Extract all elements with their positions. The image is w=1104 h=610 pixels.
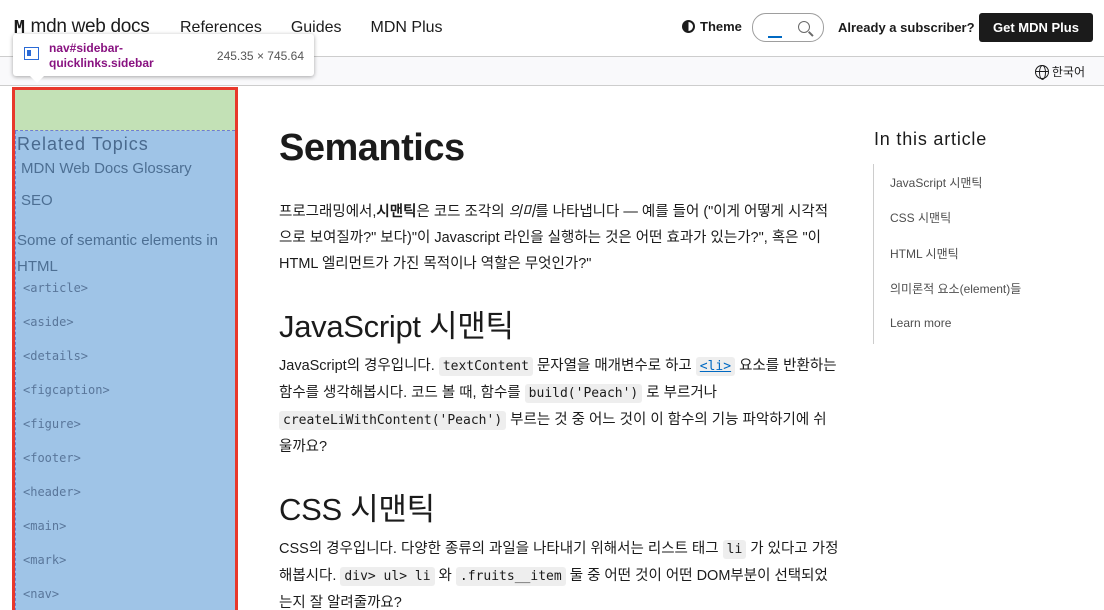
intro-text-2: 은 코드 조각의	[416, 204, 509, 220]
sidebar-element-nav[interactable]: <nav>	[23, 587, 59, 601]
intro-text-1: 프로그래밍에서,	[279, 204, 377, 220]
code-li: <li>	[695, 357, 736, 376]
sidebar-quicklinks: Related Topics MDN Web Docs Glossary SEO…	[12, 87, 238, 610]
toc-item-html[interactable]: HTML 시맨틱	[890, 245, 959, 262]
code-textcontent: textContent	[438, 357, 533, 376]
sidebar-element-figcaption[interactable]: <figcaption>	[23, 383, 110, 397]
element-size: 245.35 × 745.64	[216, 49, 304, 63]
padding-highlight	[15, 90, 235, 131]
toc-item-learn-more[interactable]: Learn more	[890, 316, 951, 330]
code-build-peach: build('Peach')	[524, 384, 643, 403]
sidebar-link-glossary[interactable]: MDN Web Docs Glossary	[21, 160, 192, 177]
sidebar-element-mark[interactable]: <mark>	[23, 553, 66, 567]
search-cursor	[768, 36, 782, 38]
toc-title: In this article	[874, 129, 988, 149]
get-mdn-plus-button[interactable]: Get MDN Plus	[979, 13, 1093, 42]
intro-em: 의미	[508, 204, 536, 220]
sidebar-element-details[interactable]: <details>	[23, 349, 88, 363]
js-text-1: JavaScript의 경우입니다.	[279, 358, 439, 374]
javascript-paragraph: JavaScript의 경우입니다. textContent 문자열을 매개변수…	[279, 353, 839, 460]
sidebar-element-footer[interactable]: <footer>	[23, 451, 81, 465]
css-text-1: CSS의 경우입니다. 다양한 종류의 과일을 나타내기 위해서는 리스트 태그	[279, 541, 723, 557]
code-div-ul-li: div> ul> li	[340, 567, 435, 586]
element-selector: nav#sidebar-quicklinks.sidebar	[49, 41, 154, 70]
js-text-2: 문자열을 매개변수로 하고	[532, 358, 696, 374]
js-text-4: 로 부르거나	[642, 385, 718, 401]
sidebar-element-article[interactable]: <article>	[23, 281, 88, 295]
theme-button[interactable]: Theme	[682, 19, 742, 34]
language-label: 한국어	[1051, 65, 1085, 79]
code-li-tag: li	[722, 540, 747, 559]
sidebar-element-figure[interactable]: <figure>	[23, 417, 81, 431]
toc-item-css[interactable]: CSS 시맨틱	[890, 209, 951, 226]
intro-bold: 시맨틱	[376, 204, 417, 220]
search-input[interactable]	[752, 13, 824, 42]
li-element-link[interactable]: <li>	[695, 357, 736, 376]
css-text-3: 와	[434, 568, 456, 584]
sidebar-element-header[interactable]: <header>	[23, 485, 81, 499]
heading-javascript-semantics: JavaScript 시맨틱	[279, 309, 514, 344]
subscriber-link[interactable]: Already a subscriber?	[838, 20, 975, 35]
table-of-contents: JavaScript 시맨틱 CSS 시맨틱 HTML 시맨틱 의미론적 요소(…	[873, 164, 1073, 344]
theme-label: Theme	[700, 19, 742, 34]
language-switcher[interactable]: 한국어	[1034, 63, 1085, 80]
intro-paragraph: 프로그래밍에서,시맨틱은 코드 조각의 의미를 나타냅니다 — 예를 들어 ("…	[279, 199, 839, 277]
sidebar-link-semantic-elements[interactable]: Some of semantic elements in HTML	[17, 228, 232, 280]
sidebar-element-main[interactable]: <main>	[23, 519, 66, 533]
page-title: Semantics	[279, 127, 465, 169]
code-createli: createLiWithContent('Peach')	[279, 411, 507, 430]
css-paragraph: CSS의 경우입니다. 다양한 종류의 과일을 나타내기 위해서는 리스트 태그…	[279, 536, 839, 610]
sidebar-element-aside[interactable]: <aside>	[23, 315, 74, 329]
toc-item-javascript[interactable]: JavaScript 시맨틱	[890, 174, 982, 191]
code-fruits-item: .fruits__item	[455, 567, 566, 586]
devtools-inspect-tooltip: nav#sidebar-quicklinks.sidebar 245.35 × …	[13, 34, 314, 83]
heading-css-semantics: CSS 시맨틱	[279, 492, 435, 527]
globe-icon	[1034, 64, 1049, 80]
layout-icon	[24, 47, 39, 60]
related-topics-heading: Related Topics	[17, 134, 149, 154]
nav-mdn-plus[interactable]: MDN Plus	[371, 19, 443, 37]
search-icon[interactable]	[798, 21, 810, 33]
theme-icon	[682, 20, 695, 33]
toc-item-semantic-elements[interactable]: 의미론적 요소(element)들	[890, 280, 1021, 297]
sidebar-link-seo[interactable]: SEO	[21, 192, 53, 209]
